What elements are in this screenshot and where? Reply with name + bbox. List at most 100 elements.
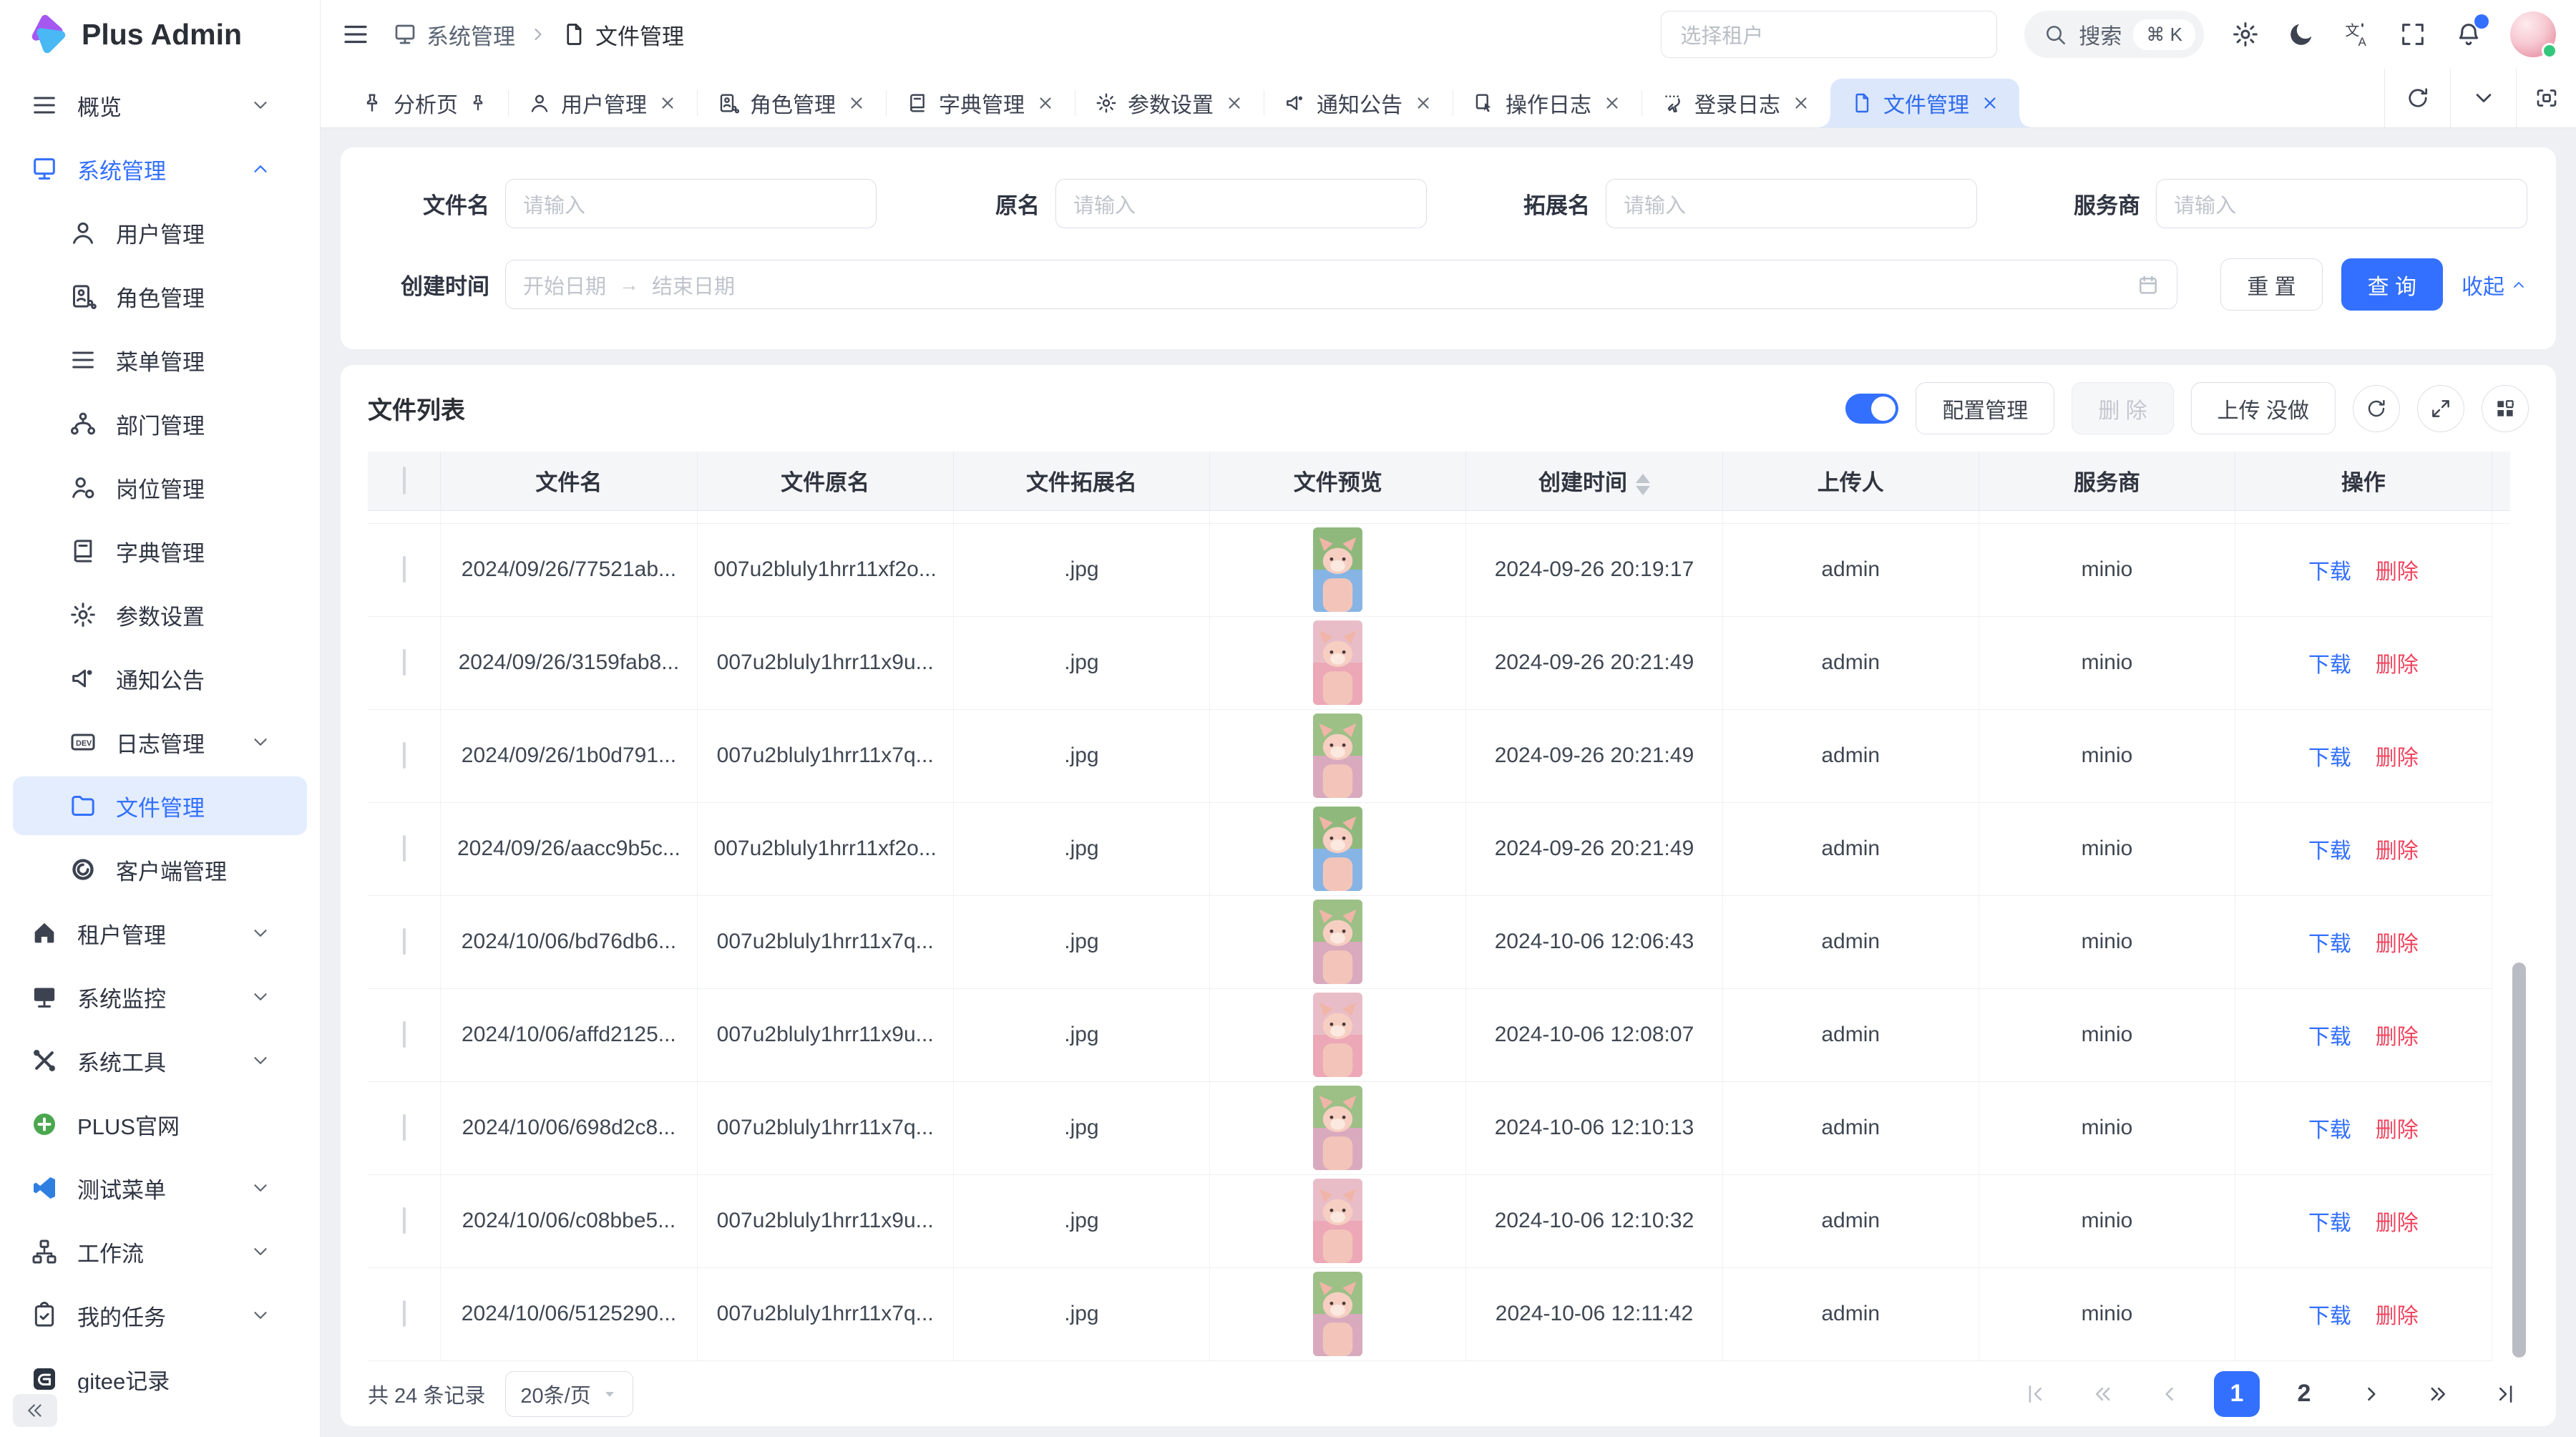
row-checkbox[interactable]	[403, 1207, 406, 1234]
reset-button[interactable]: 重 置	[2220, 258, 2322, 311]
row-checkbox[interactable]	[403, 928, 406, 955]
sidebar-item-菜单管理[interactable]: 菜单管理	[13, 331, 307, 389]
sidebar-item-我的任务[interactable]: 我的任务	[13, 1286, 307, 1345]
download-link[interactable]: 下载	[2308, 932, 2351, 956]
delete-link[interactable]: 删除	[2376, 1305, 2419, 1328]
delete-button[interactable]: 删 除	[2072, 382, 2173, 434]
row-checkbox[interactable]	[403, 1114, 406, 1141]
download-link[interactable]: 下载	[2308, 1119, 2351, 1142]
file-preview-thumbnail[interactable]	[1313, 900, 1362, 984]
tab-通知公告[interactable]: 通知公告	[1264, 79, 1453, 127]
language-button[interactable]: 文A	[2343, 20, 2371, 49]
global-search-button[interactable]: 搜索 ⌘ K	[2024, 11, 2204, 58]
sidebar-item-测试菜单[interactable]: 测试菜单	[13, 1159, 307, 1217]
close-icon[interactable]	[1981, 94, 1999, 112]
menu-toggle-button[interactable]	[341, 19, 371, 49]
collapse-filters-link[interactable]: 收起	[2462, 269, 2527, 301]
download-link[interactable]: 下载	[2308, 1305, 2351, 1328]
row-checkbox[interactable]	[403, 742, 406, 769]
extension-input[interactable]: 请输入	[1606, 179, 1977, 228]
tab-用户管理[interactable]: 用户管理	[508, 79, 697, 127]
sidebar-item-租户管理[interactable]: 租户管理	[13, 904, 307, 963]
download-link[interactable]: 下载	[2308, 560, 2351, 584]
delete-link[interactable]: 删除	[2376, 560, 2419, 584]
prev-page-button[interactable]	[2147, 1371, 2192, 1417]
original-name-input[interactable]: 请输入	[1055, 179, 1427, 228]
fullscreen-button[interactable]	[2399, 20, 2427, 49]
sidebar-item-用户管理[interactable]: 用户管理	[13, 203, 307, 262]
sidebar-item-参数设置[interactable]: 参数设置	[13, 585, 307, 644]
close-icon[interactable]	[847, 94, 866, 112]
delete-link[interactable]: 删除	[2376, 1212, 2419, 1235]
tab-操作日志[interactable]: 操作日志	[1453, 79, 1641, 127]
breadcrumb-item[interactable]: 文件管理	[561, 19, 684, 51]
download-link[interactable]: 下载	[2308, 746, 2351, 770]
refresh-tab-button[interactable]	[2384, 69, 2450, 127]
delete-link[interactable]: 删除	[2376, 746, 2419, 770]
tab-角色管理[interactable]: 角色管理	[697, 79, 886, 127]
page-button-2[interactable]: 2	[2281, 1371, 2327, 1417]
content-fullscreen-button[interactable]	[2516, 69, 2576, 127]
column-settings-button[interactable]	[2482, 385, 2529, 432]
close-icon[interactable]	[1792, 94, 1810, 112]
date-range-input[interactable]: 开始日期 → 结束日期	[505, 260, 2177, 309]
select-all-checkbox[interactable]	[403, 467, 406, 495]
sidebar-item-部门管理[interactable]: 部门管理	[13, 394, 307, 453]
file-preview-thumbnail[interactable]	[1313, 620, 1362, 705]
sidebar-collapse-button[interactable]	[13, 1394, 57, 1427]
sidebar-item-字典管理[interactable]: 字典管理	[13, 522, 307, 580]
sidebar-item-角色管理[interactable]: 角色管理	[13, 267, 307, 326]
page-button-1[interactable]: 1	[2214, 1371, 2260, 1417]
sort-carets-icon[interactable]	[1636, 474, 1650, 495]
download-link[interactable]: 下载	[2308, 653, 2351, 677]
tenant-select-input[interactable]: 选择租户	[1661, 11, 1997, 58]
breadcrumb-item[interactable]: 系统管理	[392, 19, 515, 51]
delete-link[interactable]: 删除	[2376, 1026, 2419, 1049]
tab-文件管理[interactable]: 文件管理	[1830, 79, 2019, 127]
file-preview-thumbnail[interactable]	[1313, 1086, 1362, 1170]
file-preview-thumbnail[interactable]	[1313, 807, 1362, 891]
sidebar-item-概览[interactable]: 概览	[13, 76, 307, 135]
row-checkbox[interactable]	[403, 1021, 406, 1048]
sidebar-item-日志管理[interactable]: DEV日志管理	[13, 713, 307, 771]
close-icon[interactable]	[1414, 94, 1433, 112]
fast-prev-button[interactable]	[2079, 1371, 2125, 1417]
sidebar-item-工作流[interactable]: 工作流	[13, 1222, 307, 1281]
app-logo[interactable]: Plus Admin	[0, 0, 320, 69]
close-icon[interactable]	[1603, 94, 1621, 112]
delete-link[interactable]: 删除	[2376, 932, 2419, 956]
file-preview-thumbnail[interactable]	[1313, 993, 1362, 1077]
settings-button[interactable]	[2231, 20, 2260, 49]
row-checkbox[interactable]	[403, 649, 406, 676]
close-icon[interactable]	[1225, 94, 1244, 112]
sidebar-item-文件管理[interactable]: 文件管理	[13, 776, 307, 835]
row-checkbox[interactable]	[403, 1300, 406, 1327]
file-preview-thumbnail[interactable]	[1313, 1179, 1362, 1263]
filename-input[interactable]: 请输入	[505, 179, 877, 228]
search-button[interactable]: 查 询	[2341, 258, 2443, 311]
delete-link[interactable]: 删除	[2376, 1119, 2419, 1142]
table-fullscreen-button[interactable]	[2417, 385, 2464, 432]
sidebar-item-系统工具[interactable]: 系统工具	[13, 1031, 307, 1090]
sidebar-item-通知公告[interactable]: 通知公告	[13, 649, 307, 708]
close-icon[interactable]	[1036, 94, 1055, 112]
tab-menu-button[interactable]	[2450, 69, 2516, 127]
column-header-创建时间[interactable]: 创建时间	[1466, 452, 1722, 510]
sidebar-item-PLUS官网[interactable]: PLUS官网	[13, 1095, 307, 1154]
search-panel-toggle[interactable]	[1845, 394, 1898, 424]
sidebar-item-系统管理[interactable]: 系统管理	[13, 140, 307, 198]
upload-button[interactable]: 上传 没做	[2191, 382, 2336, 434]
scrollbar-thumb[interactable]	[2512, 963, 2526, 1358]
first-page-button[interactable]	[2012, 1371, 2058, 1417]
tab-登录日志[interactable]: 登录日志	[1641, 79, 1830, 127]
notifications-button[interactable]	[2454, 20, 2483, 49]
file-preview-thumbnail[interactable]	[1313, 527, 1362, 612]
download-link[interactable]: 下载	[2308, 1026, 2351, 1049]
tab-分析页[interactable]: 分析页	[341, 79, 508, 127]
sidebar-item-岗位管理[interactable]: 岗位管理	[13, 458, 307, 517]
tab-参数设置[interactable]: 参数设置	[1075, 79, 1264, 127]
refresh-table-button[interactable]	[2353, 385, 2400, 432]
tab-字典管理[interactable]: 字典管理	[886, 79, 1075, 127]
sidebar-item-gitee记录[interactable]: gitee记录	[13, 1350, 307, 1393]
row-checkbox[interactable]	[403, 556, 406, 583]
